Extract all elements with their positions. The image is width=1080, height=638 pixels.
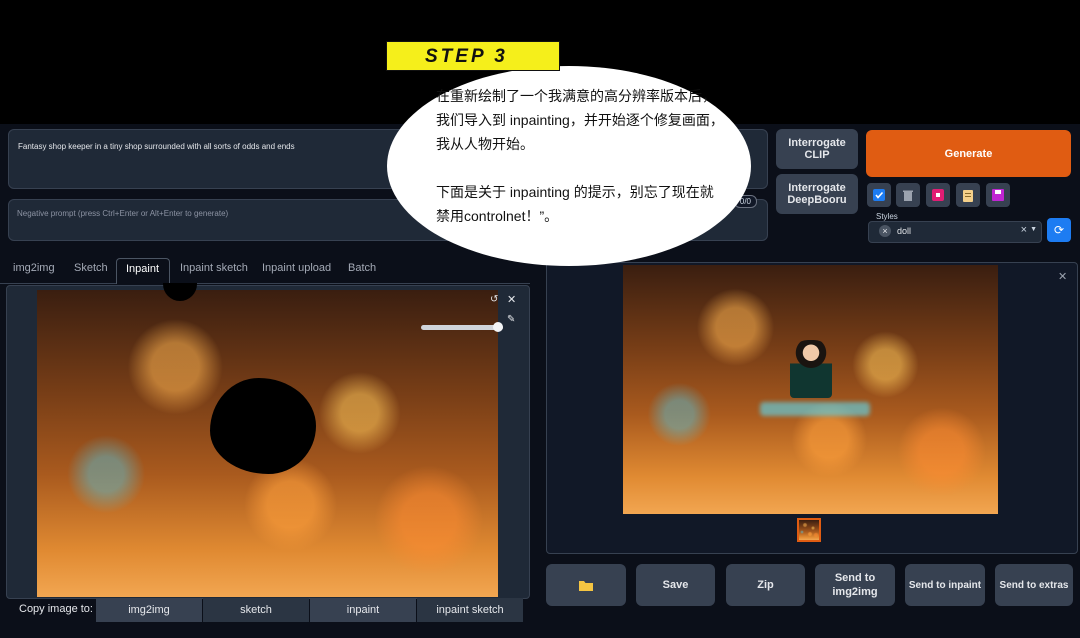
copy-to-img2img-label: img2img: [128, 604, 170, 616]
interrogate-deepbooru-label: Interrogate DeepBooru: [787, 182, 847, 206]
output-glow: [760, 402, 870, 416]
tab-img2img[interactable]: img2img: [13, 262, 55, 274]
send-to-extras-button[interactable]: Send to extras: [995, 564, 1073, 606]
send-to-inpaint-button[interactable]: Send to inpaint: [905, 564, 985, 606]
generate-button[interactable]: Generate: [866, 130, 1071, 177]
trash-icon: [903, 190, 913, 201]
tab-batch[interactable]: Batch: [348, 262, 376, 274]
copy-to-img2img-button[interactable]: img2img: [96, 598, 202, 622]
clear-styles-icon[interactable]: ×: [1021, 224, 1027, 236]
canvas-undo-button[interactable]: ↺: [490, 294, 498, 305]
tab-inpaint-label: Inpaint: [126, 263, 160, 275]
trash-button[interactable]: [896, 183, 920, 207]
checkbox-icon: [873, 189, 885, 201]
styles-label: Styles: [876, 212, 898, 221]
copy-to-inpaint-sketch-button[interactable]: inpaint sketch: [417, 598, 523, 622]
tab-inpaint-sketch[interactable]: Inpaint sketch: [180, 262, 248, 274]
positive-prompt-text: Fantasy shop keeper in a tiny shop surro…: [18, 142, 295, 151]
save-icon: [992, 189, 1004, 201]
inpaint-mask: [210, 378, 316, 474]
copy-to-sketch-label: sketch: [240, 604, 272, 616]
folder-icon: [579, 580, 593, 591]
brush-size-thumb[interactable]: [493, 322, 503, 332]
clipboard-icon: [963, 189, 973, 202]
interrogate-clip-label: Interrogate CLIP: [788, 137, 846, 161]
refresh-icon: ⟳: [1053, 223, 1065, 237]
tabs-divider: [0, 283, 530, 284]
chevron-down-icon[interactable]: ▼: [1030, 226, 1037, 233]
checkbox-toggle[interactable]: [867, 183, 891, 207]
bubble-text-2: 下面是关于 inpainting 的提示，别忘了现在就禁用controlnet！…: [436, 184, 714, 224]
undo-icon: ↺: [490, 294, 499, 305]
clipboard-button[interactable]: [956, 183, 980, 207]
bubble-text-1: 在重新绘制了一个我满意的高分辨率版本后，我们导入到 inpainting，并开始…: [436, 88, 724, 152]
zip-button[interactable]: Zip: [726, 564, 805, 606]
send-to-img2img-button[interactable]: Send to img2img: [815, 564, 895, 606]
canvas-brush-button[interactable]: ✎: [507, 314, 515, 325]
save-style-button[interactable]: [986, 183, 1010, 207]
copy-to-inpaint-sketch-label: inpaint sketch: [436, 604, 504, 616]
output-figure: [790, 340, 832, 398]
copy-to-sketch-button[interactable]: sketch: [203, 598, 309, 622]
send-to-img2img-label: Send to img2img: [832, 572, 878, 598]
canvas-close-button[interactable]: ✕: [507, 293, 516, 306]
save-button[interactable]: Save: [636, 564, 715, 606]
step-label: STEP 3: [386, 41, 560, 71]
copy-to-inpaint-button[interactable]: inpaint: [310, 598, 416, 622]
tab-inpaint[interactable]: Inpaint: [116, 258, 170, 284]
refresh-styles-button[interactable]: ⟳: [1047, 218, 1071, 242]
step-label-text: STEP 3: [425, 46, 508, 67]
tab-inpaint-upload[interactable]: Inpaint upload: [262, 262, 331, 274]
interrogate-deepbooru-button[interactable]: Interrogate DeepBooru: [776, 174, 858, 214]
close-icon: ✕: [507, 294, 517, 306]
generate-label: Generate: [944, 147, 993, 160]
brush-icon: ✎: [507, 314, 516, 325]
interrogate-clip-button[interactable]: Interrogate CLIP: [776, 129, 858, 169]
gallery-close-button[interactable]: ✕: [1058, 270, 1067, 283]
styles-select[interactable]: × doll × ▼: [868, 221, 1042, 243]
tab-sketch[interactable]: Sketch: [74, 262, 108, 274]
send-to-inpaint-label: Send to inpaint: [908, 579, 982, 591]
send-to-extras-label: Send to extras: [999, 579, 1069, 591]
copy-to-inpaint-label: inpaint: [346, 604, 380, 616]
negative-prompt-placeholder: Negative prompt (press Ctrl+Enter or Alt…: [17, 209, 229, 218]
copy-image-label: Copy image to:: [19, 603, 93, 615]
style-chip-doll: doll: [897, 226, 912, 236]
paste-button[interactable]: [926, 183, 950, 207]
zip-label: Zip: [757, 579, 774, 591]
paste-icon: [932, 189, 944, 201]
style-chip-remove[interactable]: ×: [879, 225, 891, 237]
close-icon: ✕: [1058, 271, 1068, 283]
gallery-thumbnail[interactable]: [797, 518, 821, 542]
brush-size-slider[interactable]: [421, 322, 503, 332]
open-folder-button[interactable]: [546, 564, 626, 606]
save-label: Save: [662, 579, 689, 591]
